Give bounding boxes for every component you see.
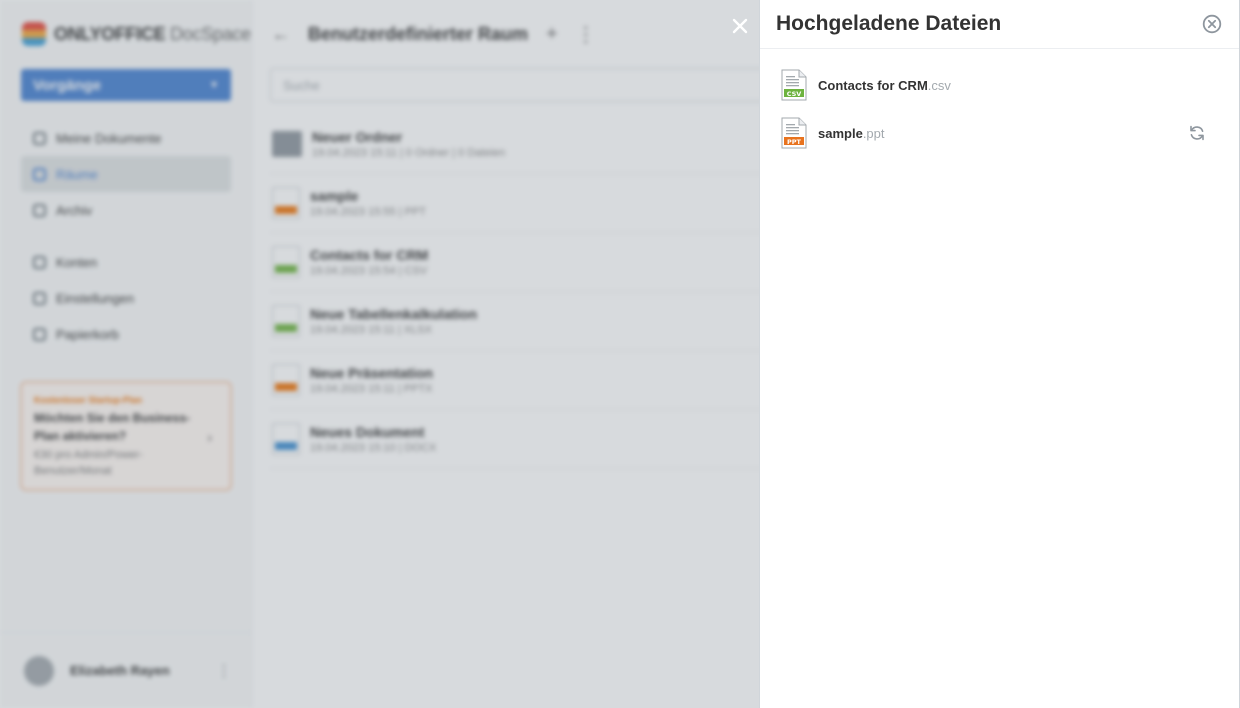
retry-upload-button[interactable] [1187, 123, 1207, 143]
refresh-icon [1190, 125, 1204, 141]
panel-header: Hochgeladene Dateien [760, 0, 1239, 49]
upload-file-ext: .ppt [862, 125, 885, 141]
upload-file-ext: .csv [927, 77, 951, 93]
ppt-file-icon: PPT [781, 117, 807, 149]
svg-text:CSV: CSV [787, 90, 802, 98]
upload-file-name: sample [818, 125, 863, 141]
upload-list: CSV Contacts for CRM.csv PPT sample.ppt [760, 49, 1239, 157]
panel-title: Hochgeladene Dateien [776, 12, 1002, 35]
upload-item[interactable]: CSV Contacts for CRM.csv [760, 61, 1239, 109]
close-icon [732, 18, 748, 34]
svg-text:PPT: PPT [787, 138, 802, 146]
upload-item[interactable]: PPT sample.ppt [760, 109, 1239, 157]
upload-file-name: Contacts for CRM [818, 77, 928, 93]
csv-file-icon: CSV [781, 69, 807, 101]
clear-uploads-button[interactable] [1201, 13, 1223, 35]
uploaded-files-panel: Hochgeladene Dateien CSV Contacts for CR… [759, 0, 1240, 708]
close-panel-button[interactable] [730, 16, 750, 36]
circle-close-icon [1202, 14, 1222, 34]
